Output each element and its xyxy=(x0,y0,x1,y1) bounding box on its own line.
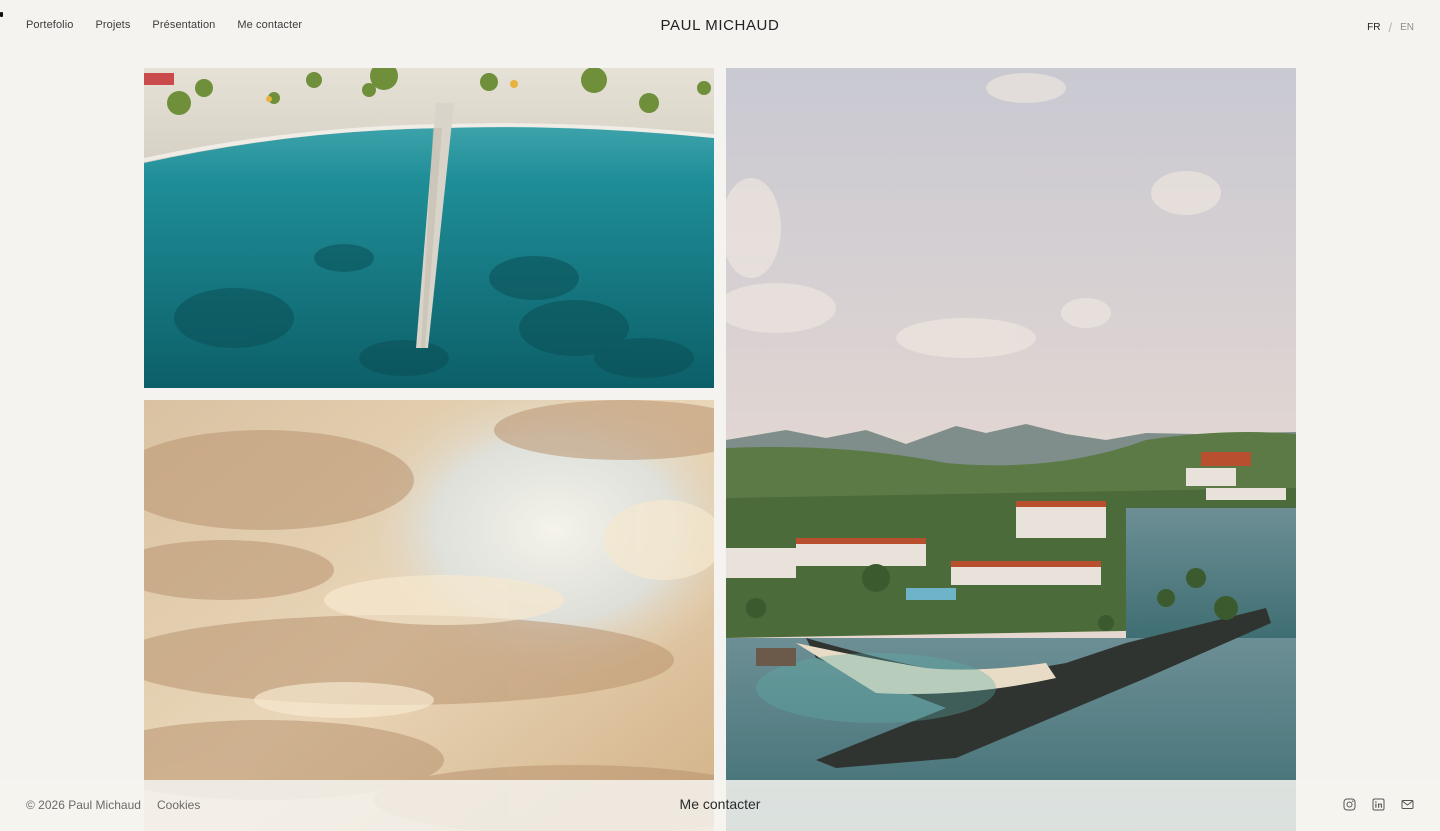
beach-photo-icon xyxy=(144,68,714,388)
nav-link-projects[interactable]: Projets xyxy=(95,19,130,31)
social-links xyxy=(1343,798,1414,811)
photo-golden-clouds[interactable] xyxy=(144,400,714,831)
main-nav: Portefolio Projets Présentation Me conta… xyxy=(26,19,302,31)
footer-contact-wrap: Me contacter xyxy=(0,796,1440,812)
copyright-text: © 2026 Paul Michaud xyxy=(26,798,141,812)
nav-link-presentation[interactable]: Présentation xyxy=(152,19,215,31)
nav-link-contact[interactable]: Me contacter xyxy=(237,19,302,31)
site-footer: © 2026 Paul Michaud Cookies Me contacter xyxy=(0,780,1440,831)
nav-link-portfolio[interactable]: Portefolio xyxy=(26,19,73,31)
instagram-icon[interactable] xyxy=(1343,798,1356,811)
resort-photo-icon xyxy=(726,68,1296,831)
lang-en[interactable]: EN xyxy=(1400,22,1414,33)
site-header: Portefolio Projets Présentation Me conta… xyxy=(0,0,1440,54)
footer-contact-link[interactable]: Me contacter xyxy=(680,796,761,812)
lang-separator: / xyxy=(1388,20,1393,35)
photo-coastal-resort[interactable] xyxy=(726,68,1296,831)
lang-fr[interactable]: FR xyxy=(1367,22,1380,33)
linkedin-icon[interactable] xyxy=(1372,798,1385,811)
mail-icon[interactable] xyxy=(1401,798,1414,811)
site-brand[interactable]: PAUL MICHAUD xyxy=(661,17,780,34)
language-switcher: FR / EN xyxy=(1367,20,1414,35)
clouds-photo-icon xyxy=(144,400,714,831)
cookies-link[interactable]: Cookies xyxy=(157,798,200,812)
photo-aerial-beach[interactable] xyxy=(144,68,714,388)
